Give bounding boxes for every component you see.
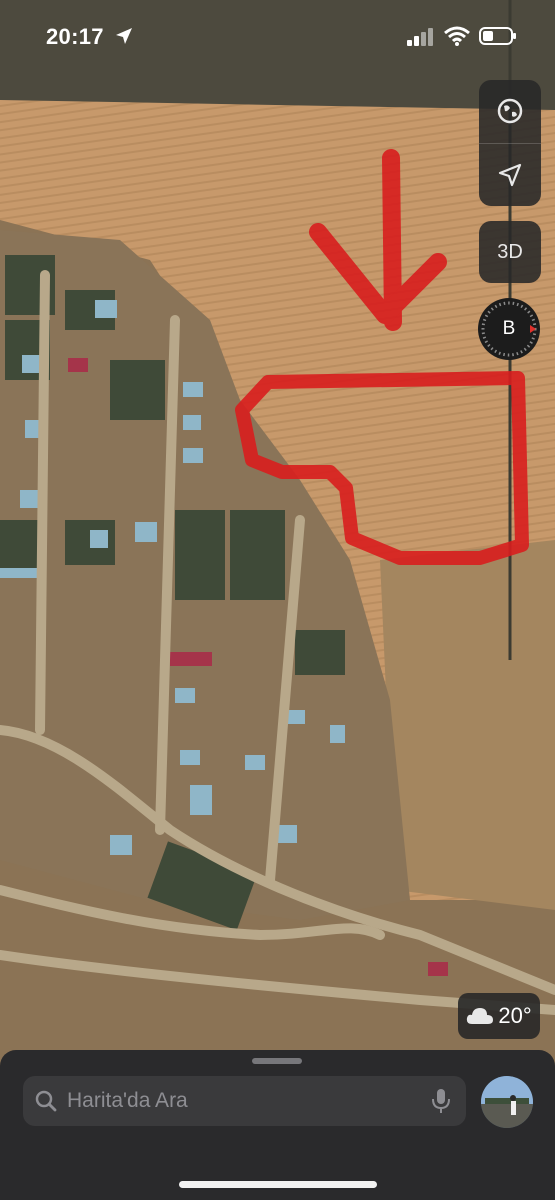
status-time: 20:17: [46, 24, 104, 49]
cellular-signal-icon: [407, 28, 433, 46]
wifi-icon: [444, 26, 470, 46]
search-icon: [35, 1090, 57, 1112]
location-arrow-icon: [116, 28, 132, 44]
home-indicator: [179, 1181, 377, 1188]
search-field[interactable]: Harita'da Ara: [23, 1076, 466, 1126]
bottom-sheet[interactable]: Harita'da Ara: [0, 1050, 555, 1200]
three-d-button[interactable]: 3D: [479, 221, 541, 283]
avatar[interactable]: [481, 1076, 533, 1128]
sheet-grabber[interactable]: [252, 1058, 302, 1064]
temperature: 20°: [498, 1003, 532, 1028]
cloud-icon: [467, 1008, 494, 1024]
profile-photo: [481, 1076, 533, 1128]
navigation-arrow-icon: [498, 163, 522, 187]
track-location-button[interactable]: [479, 144, 541, 206]
weather-chip[interactable]: 20°: [458, 993, 540, 1039]
map-controls: [479, 80, 541, 206]
status-bar: 20:17: [0, 0, 555, 70]
map-mode-button[interactable]: [479, 80, 541, 142]
compass-label: B: [502, 318, 516, 339]
battery-icon: [479, 27, 516, 45]
compass-button[interactable]: B: [478, 298, 540, 360]
search-placeholder: Harita'da Ara: [67, 1089, 188, 1112]
lower-field: [380, 540, 555, 910]
globe-icon: [497, 98, 523, 124]
microphone-icon[interactable]: [431, 1088, 451, 1114]
